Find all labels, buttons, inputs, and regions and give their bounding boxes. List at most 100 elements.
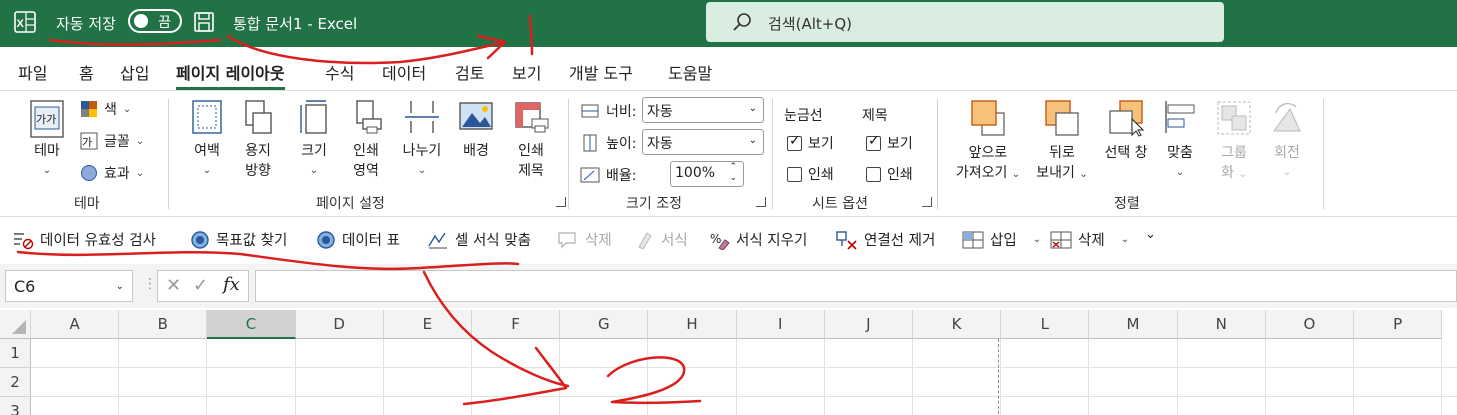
row-header-2[interactable]: 2 xyxy=(0,368,31,397)
column-header-c[interactable]: C xyxy=(207,310,296,339)
remove-links-button[interactable]: 연결선 제거 xyxy=(836,229,935,250)
column-gridline xyxy=(294,339,296,415)
tab-file[interactable]: 파일 xyxy=(18,60,47,84)
chevron-down-icon[interactable]: ⌄ xyxy=(116,281,124,292)
checkbox-checked[interactable] xyxy=(787,133,802,151)
headings-print-checkbox[interactable]: 인쇄 xyxy=(866,164,913,184)
scale-row: 배율: xyxy=(580,165,636,185)
delete-cells-button[interactable]: 삭제 ⌄ xyxy=(1050,229,1129,250)
goal-seek-label: 목표값 찾기 xyxy=(216,233,288,249)
background-button[interactable]: 배경 xyxy=(455,99,497,161)
column-header-g[interactable]: G xyxy=(560,310,649,339)
checkbox-unchecked[interactable] xyxy=(787,166,802,182)
checkbox-checked[interactable] xyxy=(866,133,881,151)
theme-effects-icon xyxy=(81,165,97,181)
height-select[interactable]: 자동 ⌄ xyxy=(642,129,764,155)
orientation-button[interactable]: 용지 방향 xyxy=(234,99,282,181)
column-header-a[interactable]: A xyxy=(31,310,120,339)
column-header-p[interactable]: P xyxy=(1354,310,1443,339)
formula-input[interactable] xyxy=(255,270,1457,302)
theme-fonts-button[interactable]: 가 글꼴 ⌄ xyxy=(80,131,144,151)
chevron-down-icon[interactable]: ⌄ xyxy=(1121,234,1129,245)
tab-view[interactable]: 보기 xyxy=(512,60,541,84)
headings-print-label: 인쇄 xyxy=(887,167,913,183)
column-header-n[interactable]: N xyxy=(1177,310,1266,339)
bring-forward-button[interactable]: 앞으로 가져오기 ⌄ xyxy=(948,99,1028,185)
group-button[interactable]: 그룹 화 ⌄ xyxy=(1212,99,1256,185)
column-header-m[interactable]: M xyxy=(1089,310,1178,339)
tab-help[interactable]: 도움말 xyxy=(668,60,712,84)
format-match-button[interactable]: 셀 서식 맞춤 xyxy=(427,229,531,250)
tab-formulas[interactable]: 수식 xyxy=(325,60,354,84)
height-value: 자동 xyxy=(647,136,673,152)
row-header-1[interactable]: 1 xyxy=(0,339,31,368)
tab-developer[interactable]: 개발 도구 xyxy=(569,60,633,84)
goal-seek-button[interactable]: 목표값 찾기 xyxy=(190,229,287,250)
headings-view-checkbox[interactable]: 보기 xyxy=(866,133,913,153)
gridlines-print-checkbox[interactable]: 인쇄 xyxy=(787,164,834,184)
column-header-f[interactable]: F xyxy=(472,310,561,339)
column-header-j[interactable]: J xyxy=(824,310,913,339)
formula-buttons: ✕ ✓ fx xyxy=(157,270,249,302)
insert-cells-button[interactable]: 삽입 ⌄ xyxy=(962,229,1041,250)
sheet-options-launcher-icon[interactable] xyxy=(922,197,932,207)
page-setup-launcher-icon[interactable] xyxy=(556,197,566,207)
gridlines-view-checkbox[interactable]: 보기 xyxy=(787,133,834,153)
scale-launcher-icon[interactable] xyxy=(756,197,766,207)
column-header-i[interactable]: I xyxy=(736,310,825,339)
breaks-button[interactable]: 나누기 ⌄ xyxy=(398,99,446,181)
theme-fonts-label: 글꼴 xyxy=(104,134,130,150)
customize-qat-icon[interactable]: ⌄ xyxy=(1145,227,1156,242)
tab-insert[interactable]: 삽입 xyxy=(120,60,149,84)
row-header-3[interactable]: 3 xyxy=(0,397,31,415)
column-gridline xyxy=(471,339,472,415)
width-select[interactable]: 자동 ⌄ xyxy=(642,97,764,123)
tab-data[interactable]: 데이터 xyxy=(382,60,426,84)
column-header-l[interactable]: L xyxy=(1001,310,1090,339)
send-backward-button[interactable]: 뒤로 보내기 ⌄ xyxy=(1030,99,1094,185)
print-titles-button[interactable]: 인쇄 제목 xyxy=(507,99,555,181)
tab-home[interactable]: 홈 xyxy=(79,60,94,84)
scale-spinner[interactable]: 100% ⌃ ⌄ xyxy=(670,161,744,187)
formula-bar-splitter-icon[interactable]: ⋮ xyxy=(143,276,157,292)
data-validation-button[interactable]: 데이터 유효성 검사 xyxy=(12,229,156,250)
name-box[interactable]: C6 ⌄ xyxy=(5,270,133,302)
column-header-o[interactable]: O xyxy=(1265,310,1354,339)
column-header-d[interactable]: D xyxy=(295,310,384,339)
align-button[interactable]: 맞춤 ⌄ xyxy=(1160,99,1200,183)
enter-icon[interactable]: ✓ xyxy=(193,275,208,296)
size-button[interactable]: 크기 ⌄ xyxy=(292,99,336,181)
save-icon[interactable] xyxy=(193,11,215,33)
data-table-button[interactable]: 데이터 표 xyxy=(316,229,400,250)
clear-format-button[interactable]: % 서식 지우기 xyxy=(710,229,807,250)
worksheet-grid[interactable]: ABCDEFGHIJKLMNOP 123 xyxy=(0,310,1457,415)
column-header-k[interactable]: K xyxy=(913,310,1002,339)
themes-button[interactable]: 가가 테마 ⌄ xyxy=(22,99,72,181)
delete-comment-button[interactable]: 삭제 xyxy=(557,229,612,250)
column-header-h[interactable]: H xyxy=(648,310,737,339)
format-button[interactable]: 서식 xyxy=(635,229,688,250)
spinner-arrows-icon[interactable]: ⌃ ⌄ xyxy=(729,162,737,184)
chevron-down-icon[interactable]: ⌄ xyxy=(1033,234,1041,245)
cancel-icon[interactable]: ✕ xyxy=(166,275,181,296)
select-all-corner[interactable] xyxy=(0,310,31,339)
margins-button[interactable]: 여백 ⌄ xyxy=(184,99,230,181)
headings-header: 제목 xyxy=(862,108,888,124)
insert-function-icon[interactable]: fx xyxy=(223,274,240,295)
print-titles-icon xyxy=(515,102,549,133)
column-header-e[interactable]: E xyxy=(383,310,472,339)
data-validation-label: 데이터 유효성 검사 xyxy=(40,233,156,249)
rotate-button[interactable]: 회전 ⌄ xyxy=(1265,99,1309,183)
theme-effects-button[interactable]: 효과 ⌄ xyxy=(80,163,144,183)
checkbox-unchecked[interactable] xyxy=(866,166,881,182)
search-box[interactable]: 검색(Alt+Q) xyxy=(706,2,1224,42)
autosave-toggle[interactable]: 끔 xyxy=(128,9,182,33)
column-header-b[interactable]: B xyxy=(119,310,208,339)
print-area-button[interactable]: 인쇄 영역 xyxy=(342,99,390,181)
selection-pane-button[interactable]: 선택 창 xyxy=(1096,99,1156,163)
row-gridline xyxy=(31,367,1457,368)
theme-colors-button[interactable]: 색 ⌄ xyxy=(80,99,131,119)
tab-review[interactable]: 검토 xyxy=(455,60,484,84)
group-label-1: 그룹 xyxy=(1221,145,1247,161)
tab-page-layout[interactable]: 페이지 레이아웃 xyxy=(176,60,285,90)
